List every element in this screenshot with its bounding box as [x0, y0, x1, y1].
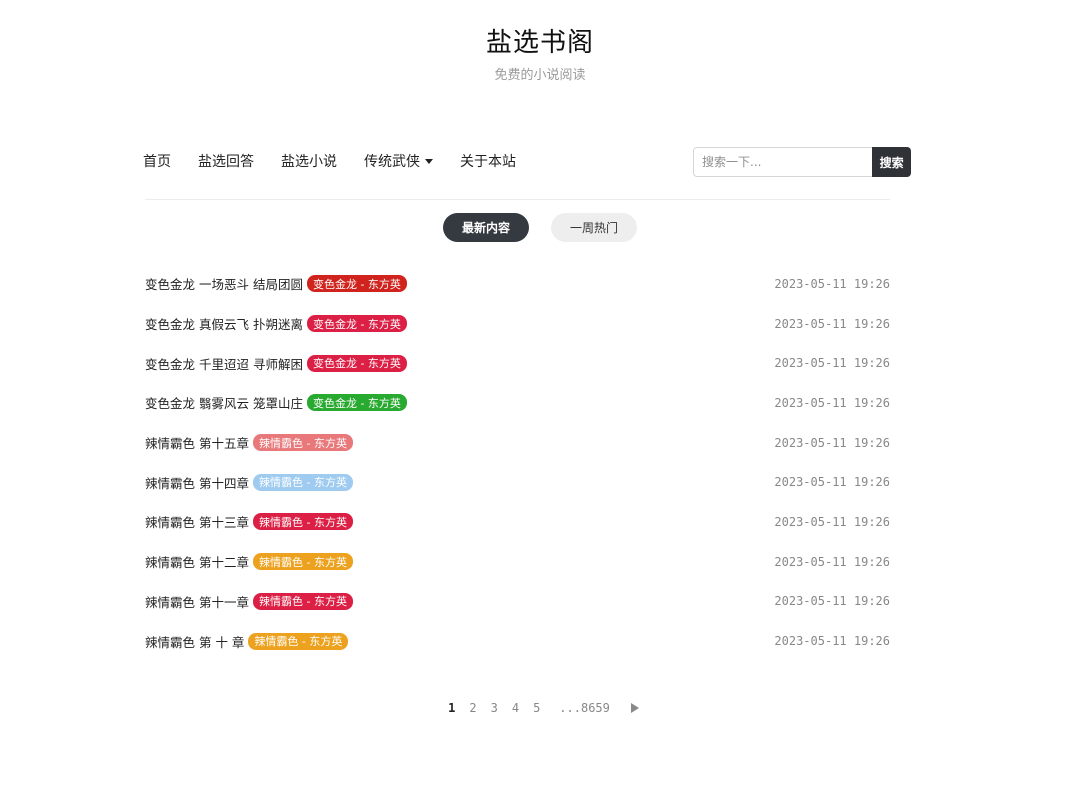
category-tag[interactable]: 辣情霸色 - 东方英	[252, 592, 353, 610]
nav-item-novels[interactable]: 盐选小说	[281, 151, 337, 171]
category-tag[interactable]: 辣情霸色 - 东方英	[248, 632, 349, 650]
tab-latest[interactable]: 最新内容	[443, 213, 529, 242]
nav-item-label: 传统武侠	[364, 154, 420, 170]
list-item: 辣情霸色 第十二章 辣情霸色 - 东方英 2023-05-11 19:26	[145, 542, 890, 582]
list-item: 辣情霸色 第十三章 辣情霸色 - 东方英 2023-05-11 19:26	[145, 502, 890, 542]
divider	[145, 199, 890, 200]
list-item: 辣情霸色 第 十 章辣情霸色 - 东方英 2023-05-11 19:26	[145, 621, 890, 661]
list-item: 变色金龙 真假云飞 扑朔迷离 变色金龙 - 东方英 2023-05-11 19:26	[145, 304, 890, 344]
category-tag[interactable]: 变色金龙 - 东方英	[306, 354, 407, 372]
nav-item-label: 盐选回答	[198, 154, 254, 170]
post-date: 2023-05-11 19:26	[774, 594, 890, 609]
page-link-4[interactable]: 4	[512, 701, 519, 715]
category-tag[interactable]: 辣情霸色 - 东方英	[252, 434, 353, 452]
nav-item-label: 首页	[143, 154, 171, 170]
post-title-link[interactable]: 辣情霸色 第十二章	[145, 552, 249, 571]
post-date: 2023-05-11 19:26	[774, 395, 890, 410]
list-item: 变色金龙 翳雾风云 笼罩山庄 变色金龙 - 东方英 2023-05-11 19:26	[145, 383, 890, 423]
post-date: 2023-05-11 19:26	[774, 435, 890, 450]
nav-item-answers[interactable]: 盐选回答	[198, 151, 254, 171]
category-tag[interactable]: 辣情霸色 - 东方英	[252, 553, 353, 571]
category-tag[interactable]: 辣情霸色 - 东方英	[252, 513, 353, 531]
post-title-link[interactable]: 辣情霸色 第十五章	[145, 433, 249, 452]
list-item: 变色金龙 千里迢迢 寻师解困 变色金龙 - 东方英 2023-05-11 19:26	[145, 343, 890, 383]
list-item: 变色金龙 一场恶斗 结局团圆 变色金龙 - 东方英 2023-05-11 19:26	[145, 264, 890, 304]
post-title-link[interactable]: 变色金龙 一场恶斗 结局团圆	[145, 274, 303, 293]
post-title-link[interactable]: 辣情霸色 第 十 章	[145, 632, 244, 651]
next-page-icon[interactable]	[630, 703, 639, 713]
page-link-3[interactable]: 3	[491, 701, 498, 715]
nav-item-wuxia-dropdown[interactable]: 传统武侠	[364, 151, 433, 171]
search-button[interactable]: 搜索	[872, 147, 911, 177]
post-date: 2023-05-11 19:26	[774, 316, 890, 331]
nav-item-home[interactable]: 首页	[143, 151, 171, 171]
content-tabs: 最新内容 一周热门	[0, 213, 1080, 242]
post-list: 变色金龙 一场恶斗 结局团圆 变色金龙 - 东方英 2023-05-11 19:26…	[145, 264, 890, 661]
category-tag[interactable]: 辣情霸色 - 东方英	[252, 473, 353, 491]
post-title-link[interactable]: 变色金龙 千里迢迢 寻师解困	[145, 354, 303, 373]
post-title-link[interactable]: 辣情霸色 第十一章	[145, 592, 249, 611]
category-tag[interactable]: 变色金龙 - 东方英	[306, 394, 407, 412]
post-date: 2023-05-11 19:26	[774, 475, 890, 490]
page-link-1[interactable]: 1	[448, 701, 455, 715]
tab-weekly-hot[interactable]: 一周热门	[551, 213, 637, 242]
post-date: 2023-05-11 19:26	[774, 554, 890, 569]
post-title-link[interactable]: 变色金龙 翳雾风云 笼罩山庄	[145, 393, 303, 412]
post-date: 2023-05-11 19:26	[774, 276, 890, 291]
main-nav: 首页 盐选回答 盐选小说 传统武侠 关于本站	[143, 150, 543, 172]
nav-item-label: 关于本站	[460, 154, 516, 170]
page-link-2[interactable]: 2	[469, 701, 476, 715]
post-date: 2023-05-11 19:26	[774, 634, 890, 649]
page-link-last[interactable]: ...8659	[559, 701, 610, 715]
search-input[interactable]	[693, 147, 873, 177]
list-item: 辣情霸色 第十四章 辣情霸色 - 东方英 2023-05-11 19:26	[145, 462, 890, 502]
site-title: 盐选书阁	[485, 28, 594, 58]
list-item: 辣情霸色 第十五章 辣情霸色 - 东方英 2023-05-11 19:26	[145, 423, 890, 463]
category-tag[interactable]: 变色金龙 - 东方英	[306, 275, 407, 293]
nav-item-about[interactable]: 关于本站	[460, 151, 516, 171]
pagination: 1 2 3 4 5 ...8659	[0, 701, 1080, 715]
nav-item-label: 盐选小说	[281, 154, 337, 170]
post-date: 2023-05-11 19:26	[774, 356, 890, 371]
search-form: 搜索	[693, 147, 911, 177]
category-tag[interactable]: 变色金龙 - 东方英	[306, 315, 407, 333]
site-subtitle: 免费的小说阅读	[494, 68, 586, 83]
post-title-link[interactable]: 辣情霸色 第十四章	[145, 473, 249, 492]
post-title-link[interactable]: 变色金龙 真假云飞 扑朔迷离	[145, 314, 303, 333]
post-title-link[interactable]: 辣情霸色 第十三章	[145, 512, 249, 531]
post-date: 2023-05-11 19:26	[774, 514, 890, 529]
caret-down-icon	[425, 158, 433, 164]
page-link-5[interactable]: 5	[533, 701, 540, 715]
list-item: 辣情霸色 第十一章 辣情霸色 - 东方英 2023-05-11 19:26	[145, 582, 890, 622]
